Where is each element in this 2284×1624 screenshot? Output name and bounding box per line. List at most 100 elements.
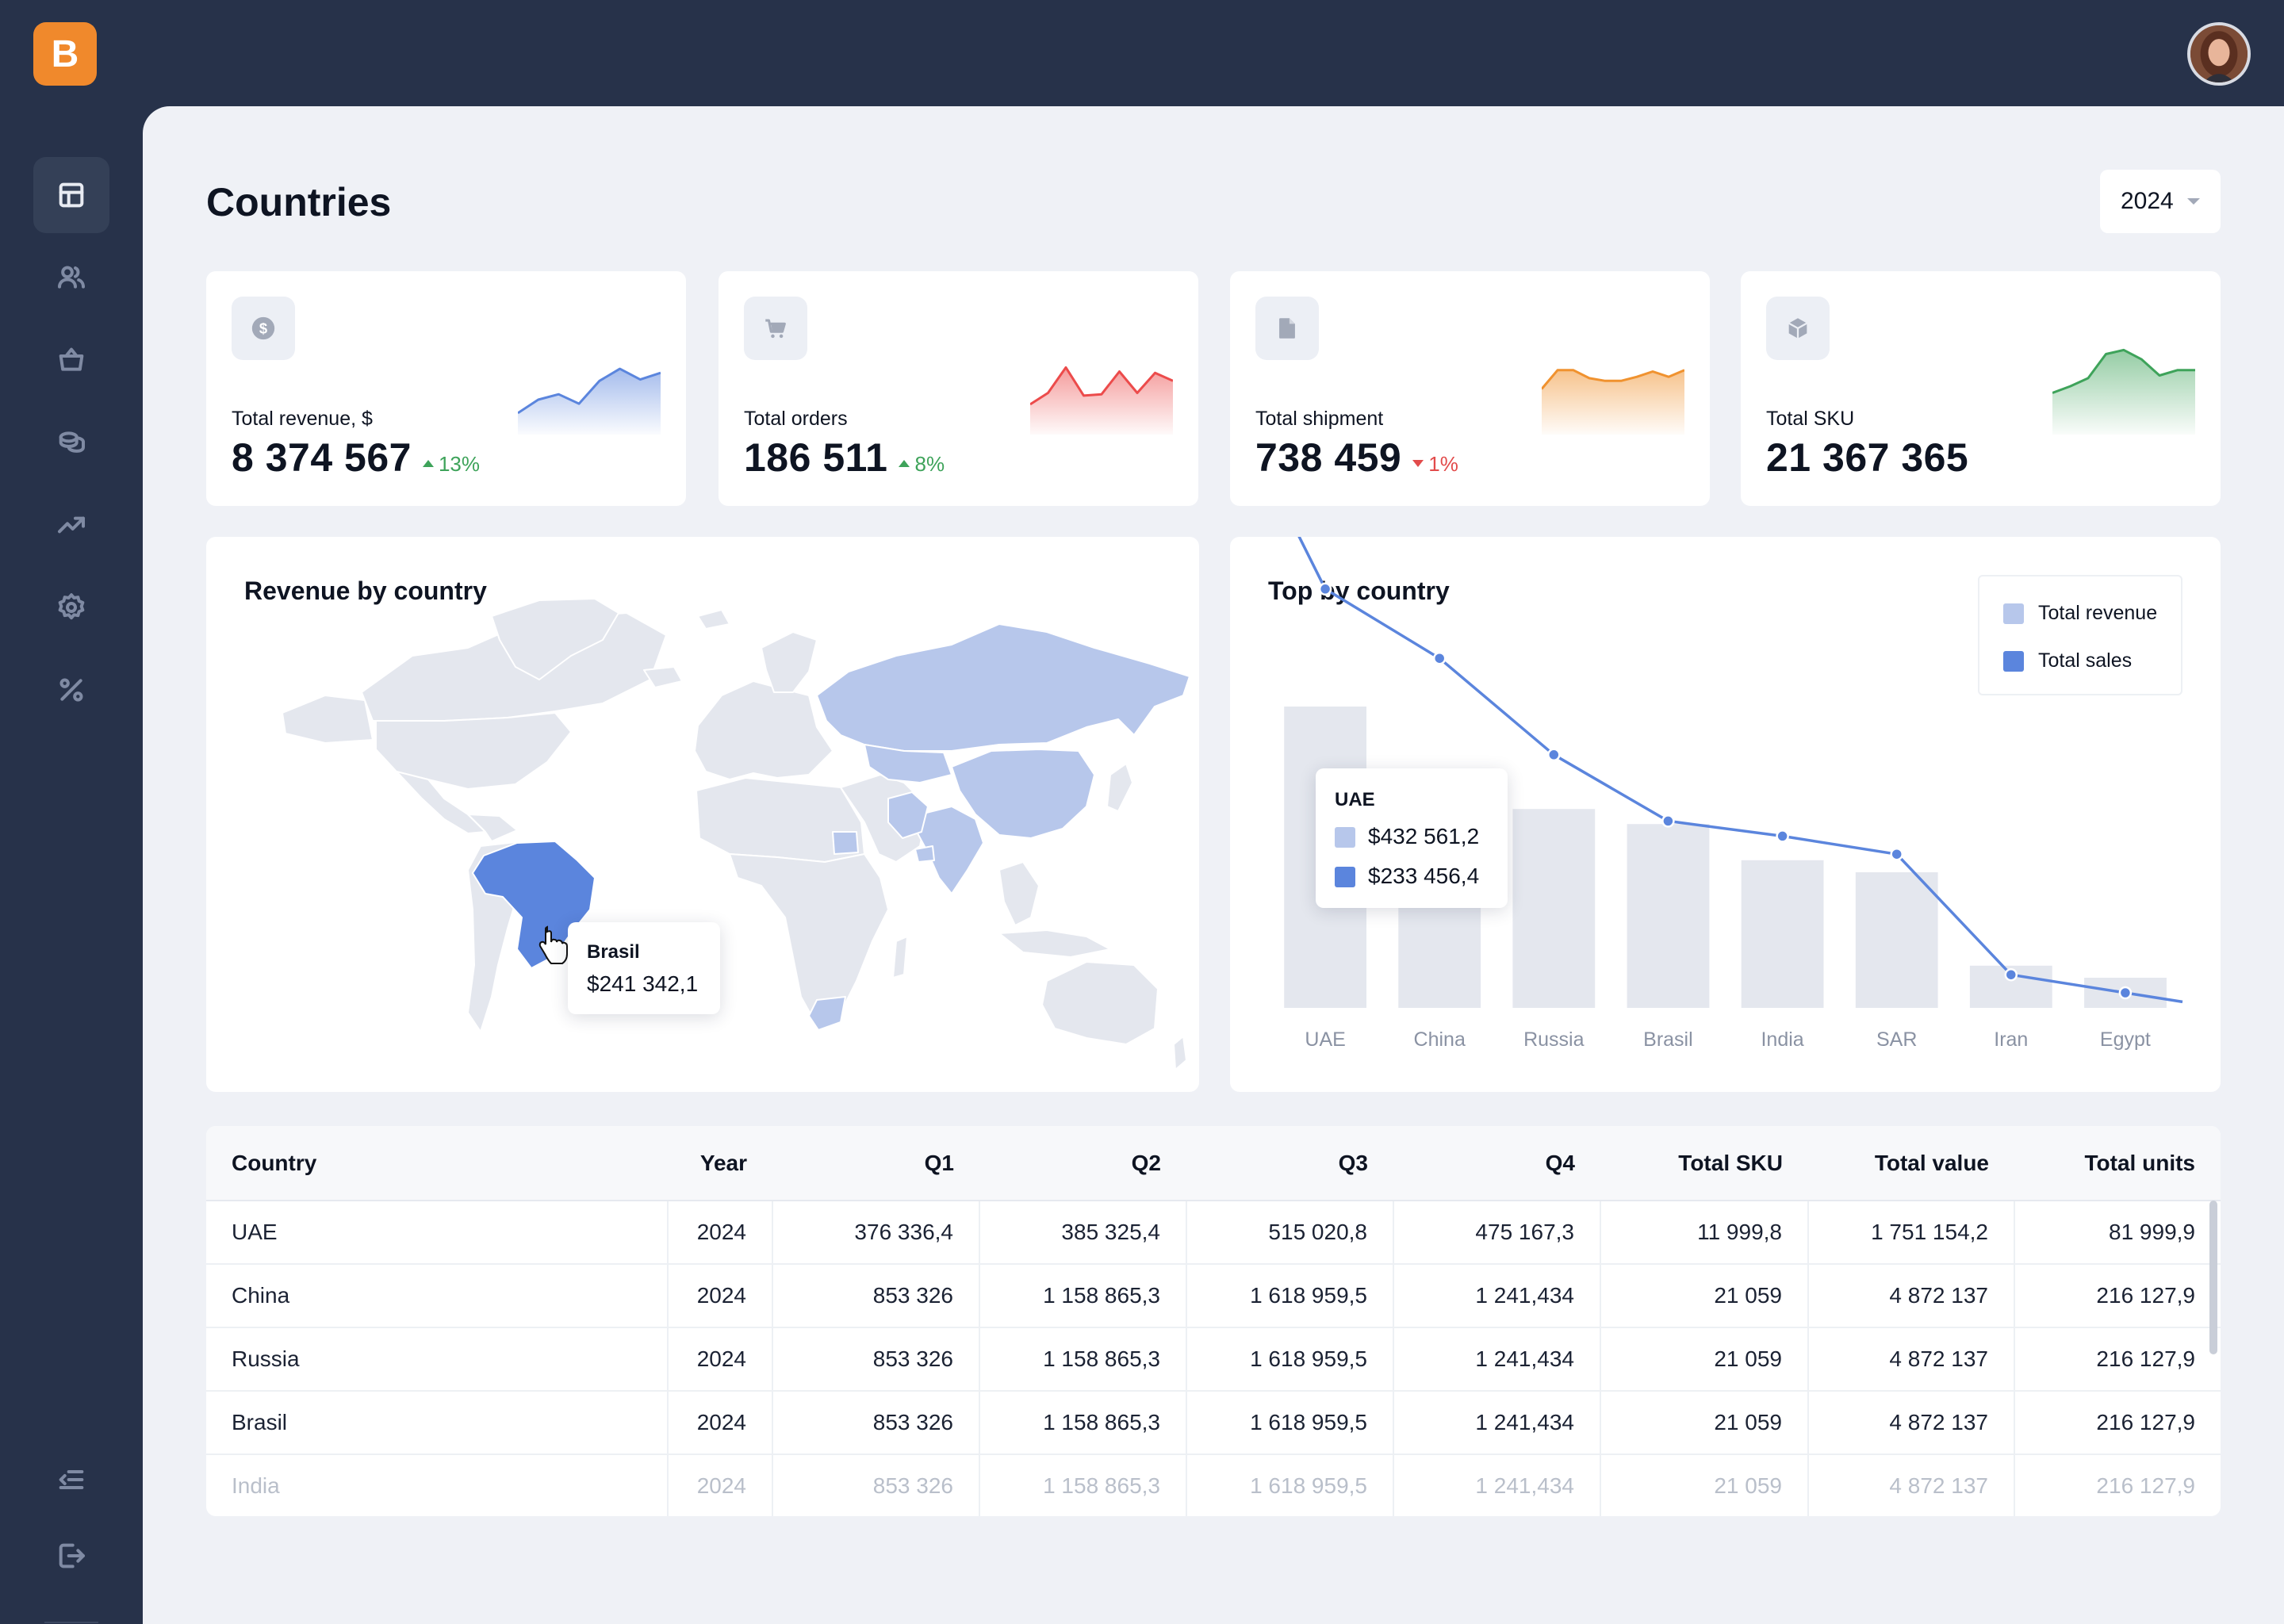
bar-russia[interactable] <box>1512 809 1596 1008</box>
x-tick-label: Russia <box>1523 1028 1585 1051</box>
table-cell: 385 325,4 <box>979 1201 1187 1265</box>
year-select-value: 2024 <box>2121 188 2174 214</box>
table-row[interactable]: China 2024 853 326 1 158 865,3 1 618 959,5 1 … <box>206 1264 2221 1328</box>
kpi-sparkline <box>1542 369 1684 435</box>
table-cell: 1 158 865,3 <box>979 1391 1187 1455</box>
avatar-image <box>2190 25 2248 82</box>
table-row[interactable]: India 2024 853 326 1 158 865,3 1 618 959,5 1 … <box>206 1454 2221 1516</box>
column-header[interactable]: Q4 <box>1393 1126 1600 1201</box>
trend-down-icon <box>1412 459 1424 467</box>
nav-coins[interactable] <box>33 404 109 481</box>
sales-point-brasil[interactable] <box>1661 814 1675 828</box>
tooltip-swatch-revenue <box>1335 827 1355 848</box>
map-alaska <box>282 695 374 744</box>
sparkline-area <box>2052 350 2195 435</box>
sales-point-russia[interactable] <box>1547 748 1561 762</box>
percent-icon <box>59 678 83 702</box>
column-header[interactable]: Total value <box>1808 1126 2014 1201</box>
table-cell: 1 618 959,5 <box>1186 1391 1394 1455</box>
year-select[interactable]: 2024 <box>2100 170 2221 233</box>
table-cell: 4 872 137 <box>1808 1391 2015 1455</box>
table-row[interactable]: Brasil 2024 853 326 1 158 865,3 1 618 959,5 1… <box>206 1391 2221 1455</box>
map-egypt <box>832 831 859 855</box>
countries-table-card: Country Year Q1 Q2 Q3 Q4 Total SKU Total value T… <box>206 1126 2221 1516</box>
bar-sar[interactable] <box>1855 872 1938 1008</box>
column-header[interactable]: Total SKU <box>1600 1126 1808 1201</box>
map-tooltip-value: $241 342,1 <box>587 971 699 996</box>
table-cell: 2024 <box>668 1327 773 1392</box>
user-avatar[interactable] <box>2187 22 2251 86</box>
table-row[interactable]: UAE 2024 376 336,4 385 325,4 515 020,8 475 16… <box>206 1201 2221 1265</box>
column-header[interactable]: Country <box>206 1126 668 1201</box>
sales-point-sar[interactable] <box>1890 847 1903 861</box>
table-cell: 21 059 <box>1600 1264 1809 1328</box>
kpi-change: 8% <box>899 452 945 476</box>
table-cell: China <box>206 1264 669 1328</box>
nav-dashboard[interactable] <box>33 157 109 233</box>
table-cell: UAE <box>206 1201 669 1265</box>
kpi-value: 738 459 1% <box>1255 435 1458 481</box>
kpi-change: 1% <box>1412 452 1458 476</box>
map-japan <box>1106 763 1133 812</box>
table-cell: 1 241,434 <box>1393 1454 1601 1516</box>
table-cell: 1 241,434 <box>1393 1264 1601 1328</box>
sales-point-uae[interactable] <box>1318 582 1332 596</box>
table-cell: 2024 <box>668 1264 773 1328</box>
trend-up-icon <box>422 459 434 467</box>
nav-analytics[interactable] <box>33 487 109 563</box>
logout-button[interactable] <box>33 1518 109 1594</box>
kpi-sparkline <box>518 367 661 435</box>
map-uae <box>914 845 935 863</box>
bar-brasil[interactable] <box>1627 824 1710 1008</box>
map-tooltip: Brasil $241 342,1 <box>568 922 720 1014</box>
logout-icon <box>59 1543 85 1568</box>
bar-india[interactable] <box>1741 860 1824 1008</box>
dashboard-icon <box>59 182 84 208</box>
table-cell: 1 751 154,2 <box>1808 1201 2015 1265</box>
kpi-card-shipment: Total shipment 738 459 1% <box>1230 271 1710 506</box>
column-header[interactable]: Q1 <box>772 1126 979 1201</box>
kpi-value-text: 8 374 567 <box>232 435 412 480</box>
sales-point-iran[interactable] <box>2004 967 2018 982</box>
column-header[interactable]: Q2 <box>979 1126 1186 1201</box>
kpi-value: 8 374 567 13% <box>232 435 480 481</box>
collapse-menu-icon <box>59 1470 84 1489</box>
table-cell: 853 326 <box>772 1264 980 1328</box>
column-header[interactable]: Q3 <box>1186 1126 1393 1201</box>
cube-icon <box>1788 318 1807 339</box>
table-cell: 1 618 959,5 <box>1186 1264 1394 1328</box>
kpi-change-text: 1% <box>1428 452 1458 476</box>
app-logo[interactable]: B <box>33 22 97 86</box>
table-cell: 475 167,3 <box>1393 1201 1601 1265</box>
table-cell: India <box>206 1454 669 1516</box>
table-row[interactable]: Russia 2024 853 326 1 158 865,3 1 618 959,5 1… <box>206 1327 2221 1392</box>
table-cell: 2024 <box>668 1391 773 1455</box>
nav-users[interactable] <box>33 239 109 316</box>
gear-icon <box>58 593 85 620</box>
column-header[interactable]: Total units <box>2014 1126 2221 1201</box>
nav-basket[interactable] <box>33 322 109 398</box>
svg-text:$: $ <box>259 320 267 336</box>
nav-settings[interactable] <box>33 569 109 645</box>
page-title: Countries <box>206 180 392 224</box>
kpi-value: 21 367 365 <box>1766 435 1968 481</box>
nav-discounts[interactable] <box>33 652 109 728</box>
map-indonesia <box>998 929 1111 958</box>
collapse-menu-button[interactable] <box>33 1442 109 1518</box>
sales-point-china[interactable] <box>1432 651 1447 665</box>
table-cell: 81 999,9 <box>2014 1201 2221 1265</box>
chevron-down-icon <box>2187 198 2200 205</box>
kpi-label: Total SKU <box>1766 408 1855 430</box>
map-central-africa <box>729 853 889 1026</box>
sales-point-india[interactable] <box>1776 829 1789 843</box>
table-header-row: Country Year Q1 Q2 Q3 Q4 Total SKU Total value T… <box>206 1126 2221 1201</box>
column-header[interactable]: Year <box>668 1126 772 1201</box>
users-icon <box>58 266 85 289</box>
kpi-card-sku: Total SKU 21 367 365 <box>1741 271 2221 506</box>
basket-icon <box>59 347 84 371</box>
top-by-country-panel: Top by country Total revenue Total sales… <box>1230 537 2221 1092</box>
table-scrollbar[interactable] <box>2209 1201 2217 1354</box>
sales-point-egypt[interactable] <box>2118 986 2133 1000</box>
kpi-value-text: 738 459 <box>1255 435 1402 480</box>
kpi-card-revenue: $ Total revenue, $ 8 374 567 13% <box>206 271 686 506</box>
